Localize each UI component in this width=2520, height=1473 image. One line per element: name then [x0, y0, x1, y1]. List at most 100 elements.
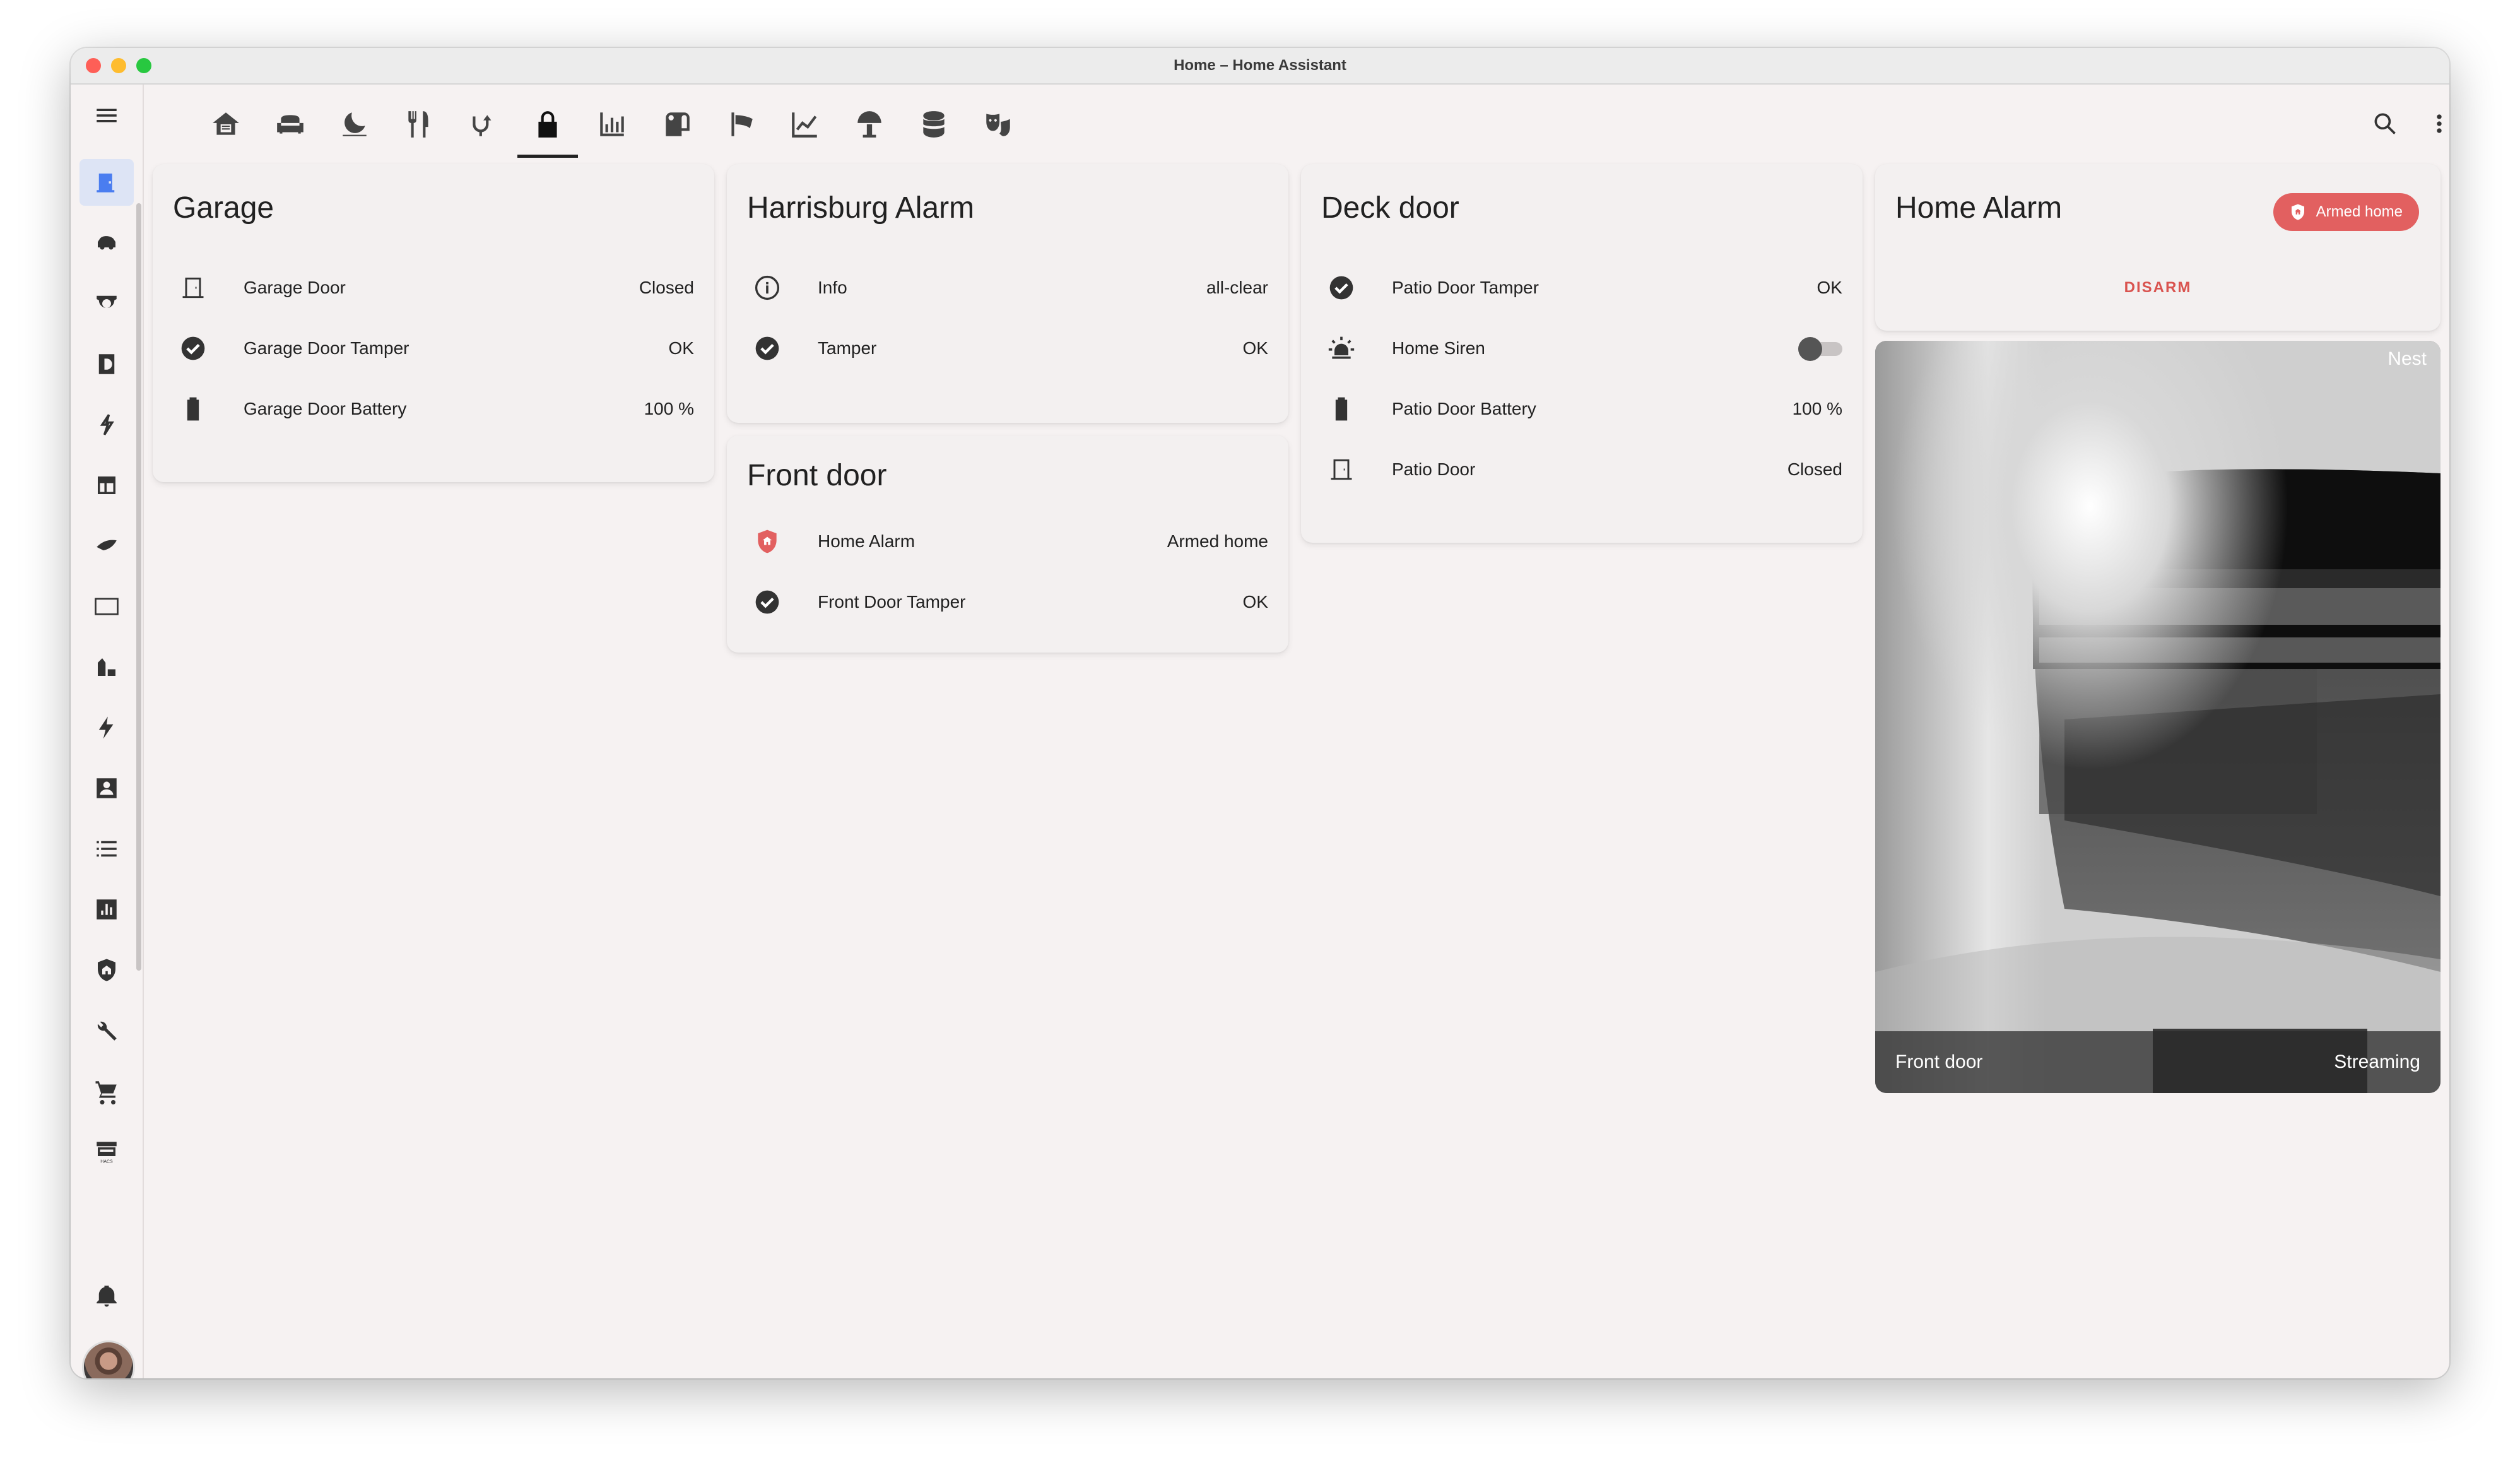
harrisburg-alarm-card: Harrisburg Alarm Info all-clear Tamper O… — [727, 164, 1288, 423]
car-icon — [98, 236, 115, 250]
sidebar-item-car[interactable] — [79, 220, 134, 266]
tab-sprinklers[interactable] — [710, 91, 771, 158]
sidebar-item-people[interactable] — [79, 765, 134, 812]
sidebar-item-hacs[interactable]: HACS — [79, 1128, 134, 1175]
cart-icon — [95, 1081, 117, 1104]
camera-status: Streaming — [2334, 1051, 2420, 1072]
alarm-state-badge[interactable]: Armed home — [2273, 193, 2419, 231]
info-icon — [755, 275, 780, 300]
entity-row-home-siren[interactable]: Home Siren — [1321, 318, 1842, 379]
paper-roll-icon — [666, 112, 690, 136]
camera-name: Front door — [1895, 1051, 1983, 1072]
sidebar-item-power[interactable] — [79, 704, 134, 751]
chart-box-icon — [97, 899, 117, 920]
flash-icon — [100, 414, 114, 435]
battery-icon — [1335, 397, 1348, 421]
entity-row-info[interactable]: Info all-clear — [747, 257, 1268, 318]
svg-text:HACS: HACS — [100, 1160, 113, 1164]
chart-line-icon — [792, 112, 817, 138]
tab-database[interactable] — [904, 91, 964, 158]
sidebar-item-camera-dome[interactable] — [79, 280, 134, 327]
entity-row-patio-door-tamper[interactable]: Patio Door Tamper OK — [1321, 257, 1842, 318]
rectangle-icon — [95, 598, 119, 615]
sidebar-item-rocket[interactable] — [79, 523, 134, 569]
home-garage-icon — [213, 112, 239, 135]
entity-row-patio-door-battery[interactable]: Patio Door Battery 100 % — [1321, 379, 1842, 439]
camera-image — [1875, 341, 2441, 1093]
search-icon — [2374, 113, 2396, 134]
tab-supplies[interactable] — [646, 91, 707, 158]
card-title: Home Alarm — [1895, 191, 2063, 225]
card-title: Garage — [173, 191, 274, 225]
tab-statistics[interactable] — [582, 91, 642, 158]
logbook-icon — [98, 658, 115, 676]
entity-row-garage-door-battery[interactable]: Garage Door Battery 100 % — [173, 379, 694, 439]
shield-home-icon — [2291, 204, 2304, 220]
d-square-icon — [98, 354, 115, 374]
sidebar-scrollbar[interactable] — [136, 203, 141, 971]
view-tabs-bar — [143, 85, 2449, 163]
sidebar-item-history[interactable] — [79, 886, 134, 933]
card-title: Front door — [747, 459, 887, 492]
camera-source-label: Nest — [2388, 348, 2427, 369]
sidebar-item-table[interactable] — [79, 462, 134, 509]
close-window-button[interactable] — [86, 58, 101, 73]
menu-icon[interactable] — [79, 92, 134, 139]
more-vertical-icon — [2437, 114, 2442, 133]
account-box-icon — [97, 778, 117, 798]
bell-icon — [97, 1286, 117, 1307]
deck-door-card: Deck door Patio Door Tamper OK Home Sire… — [1301, 164, 1863, 543]
tab-living-room[interactable] — [260, 91, 321, 158]
disarm-button[interactable]: DISARM — [1875, 279, 2441, 297]
maximize-window-button[interactable] — [136, 58, 151, 73]
check-circle-icon — [181, 336, 205, 360]
avatar[interactable] — [82, 1340, 135, 1378]
home-alarm-card: Home Alarm Armed home DISARM — [1875, 164, 2441, 331]
garage-card: Garage Garage Door Closed Garage Door Ta… — [153, 164, 714, 482]
tab-lighting[interactable] — [839, 91, 900, 158]
search-button[interactable] — [2366, 105, 2404, 143]
sofa-icon — [277, 115, 303, 134]
minimize-window-button[interactable] — [111, 58, 126, 73]
check-circle-icon — [755, 336, 779, 360]
silverware-icon — [408, 111, 428, 138]
entity-row-front-door-tamper[interactable]: Front Door Tamper OK — [747, 572, 1268, 632]
sidebar-item-notifications[interactable] — [79, 1272, 134, 1319]
tab-security[interactable] — [517, 91, 578, 158]
sidebar-item-energy[interactable] — [79, 401, 134, 448]
entity-row-tamper[interactable]: Tamper OK — [747, 318, 1268, 379]
tab-garage[interactable] — [196, 91, 256, 158]
sidebar-item-alarm[interactable] — [79, 947, 134, 993]
chart-bar-icon — [600, 112, 624, 136]
overflow-menu-button[interactable] — [2420, 105, 2449, 143]
home-siren-toggle[interactable] — [1798, 336, 1842, 361]
camera-footer: Front door Streaming — [1875, 1031, 2441, 1093]
title-bar: Home – Home Assistant — [71, 48, 2449, 85]
camera-feed-card[interactable]: Nest Front door Streaming — [1875, 341, 2441, 1093]
rocket-icon — [97, 540, 117, 550]
door-icon — [97, 174, 115, 192]
database-icon — [923, 111, 945, 138]
tab-kitchen[interactable] — [389, 91, 449, 158]
sidebar-item-logbook[interactable] — [79, 644, 134, 690]
sidebar-item-door[interactable] — [79, 159, 134, 206]
entity-row-garage-door[interactable]: Garage Door Closed — [173, 257, 694, 318]
entity-row-garage-door-tamper[interactable]: Garage Door Tamper OK — [173, 318, 694, 379]
tab-night[interactable] — [324, 91, 385, 158]
sidebar-item-list[interactable] — [79, 825, 134, 872]
entity-row-home-alarm[interactable]: Home Alarm Armed home — [747, 511, 1268, 572]
entity-row-patio-door[interactable]: Patio Door Closed — [1321, 439, 1842, 500]
battery-icon — [187, 397, 199, 421]
sidebar-item-developer-tools[interactable] — [79, 1007, 134, 1054]
lock-icon — [538, 111, 557, 138]
tab-trends[interactable] — [775, 91, 835, 158]
sidebar-item-shopping-list[interactable] — [79, 1068, 134, 1115]
check-circle-icon — [1329, 276, 1353, 300]
tab-bathroom[interactable] — [453, 91, 514, 158]
sidebar-item-rectangle[interactable] — [79, 583, 134, 630]
sidebar-item-d[interactable] — [79, 341, 134, 387]
tab-scenes[interactable] — [968, 91, 1028, 158]
door-icon — [182, 277, 204, 299]
wrench-icon — [97, 1021, 117, 1041]
alarm-state-label: Armed home — [2316, 203, 2403, 220]
